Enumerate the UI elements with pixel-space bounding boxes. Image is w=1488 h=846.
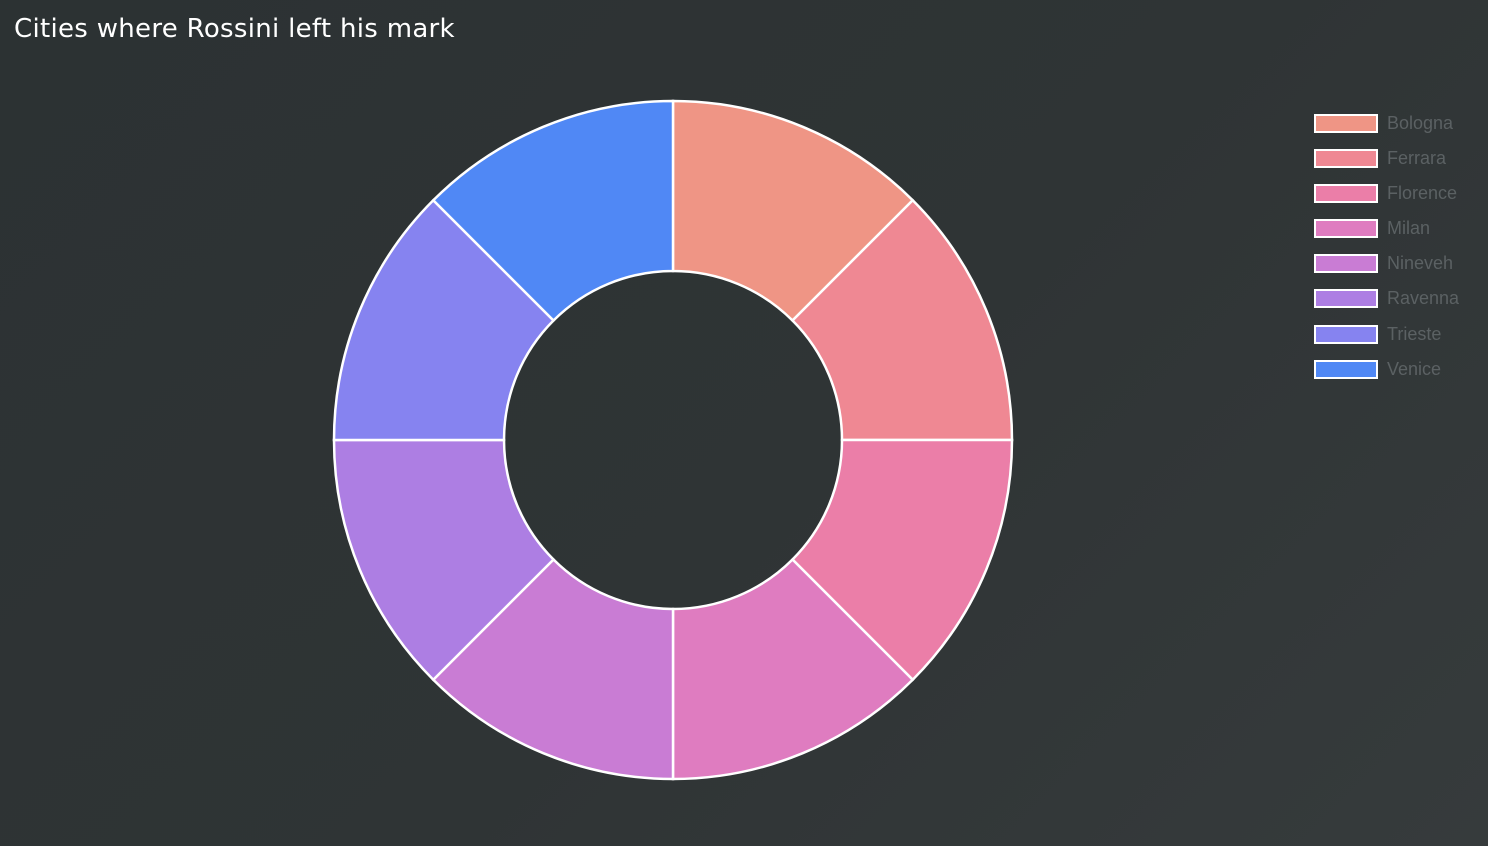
legend-item-venice[interactable]: Venice [1314, 358, 1459, 380]
doughnut-chart [332, 99, 1014, 781]
legend-label: Bologna [1387, 112, 1454, 133]
legend-item-trieste[interactable]: Trieste [1314, 323, 1459, 345]
legend-swatch [1314, 359, 1378, 379]
legend-swatch [1314, 148, 1378, 168]
legend-item-milan[interactable]: Milan [1314, 218, 1459, 240]
legend-swatch [1314, 219, 1378, 239]
legend-item-ravenna[interactable]: Ravenna [1314, 288, 1459, 310]
legend-swatch [1314, 324, 1378, 344]
legend-swatch [1314, 289, 1378, 309]
legend-label: Nineveh [1387, 253, 1454, 274]
legend-label: Venice [1387, 358, 1442, 379]
legend-item-nineveh[interactable]: Nineveh [1314, 253, 1459, 275]
legend-label: Trieste [1387, 323, 1442, 344]
legend-swatch [1314, 254, 1378, 274]
legend-swatch [1314, 113, 1378, 133]
legend-item-ferrara[interactable]: Ferrara [1314, 147, 1459, 169]
legend-item-bologna[interactable]: Bologna [1314, 112, 1459, 134]
legend-label: Ferrara [1387, 147, 1447, 168]
legend-swatch [1314, 183, 1378, 203]
legend-label: Florence [1387, 182, 1458, 203]
legend-item-florence[interactable]: Florence [1314, 182, 1459, 204]
legend-label: Ravenna [1387, 288, 1460, 309]
chart-legend: Bologna Ferrara Florence Milan Nineveh Ravenn… [1314, 112, 1459, 394]
legend-label: Milan [1387, 218, 1431, 239]
doughnut-slices [332, 99, 1014, 781]
